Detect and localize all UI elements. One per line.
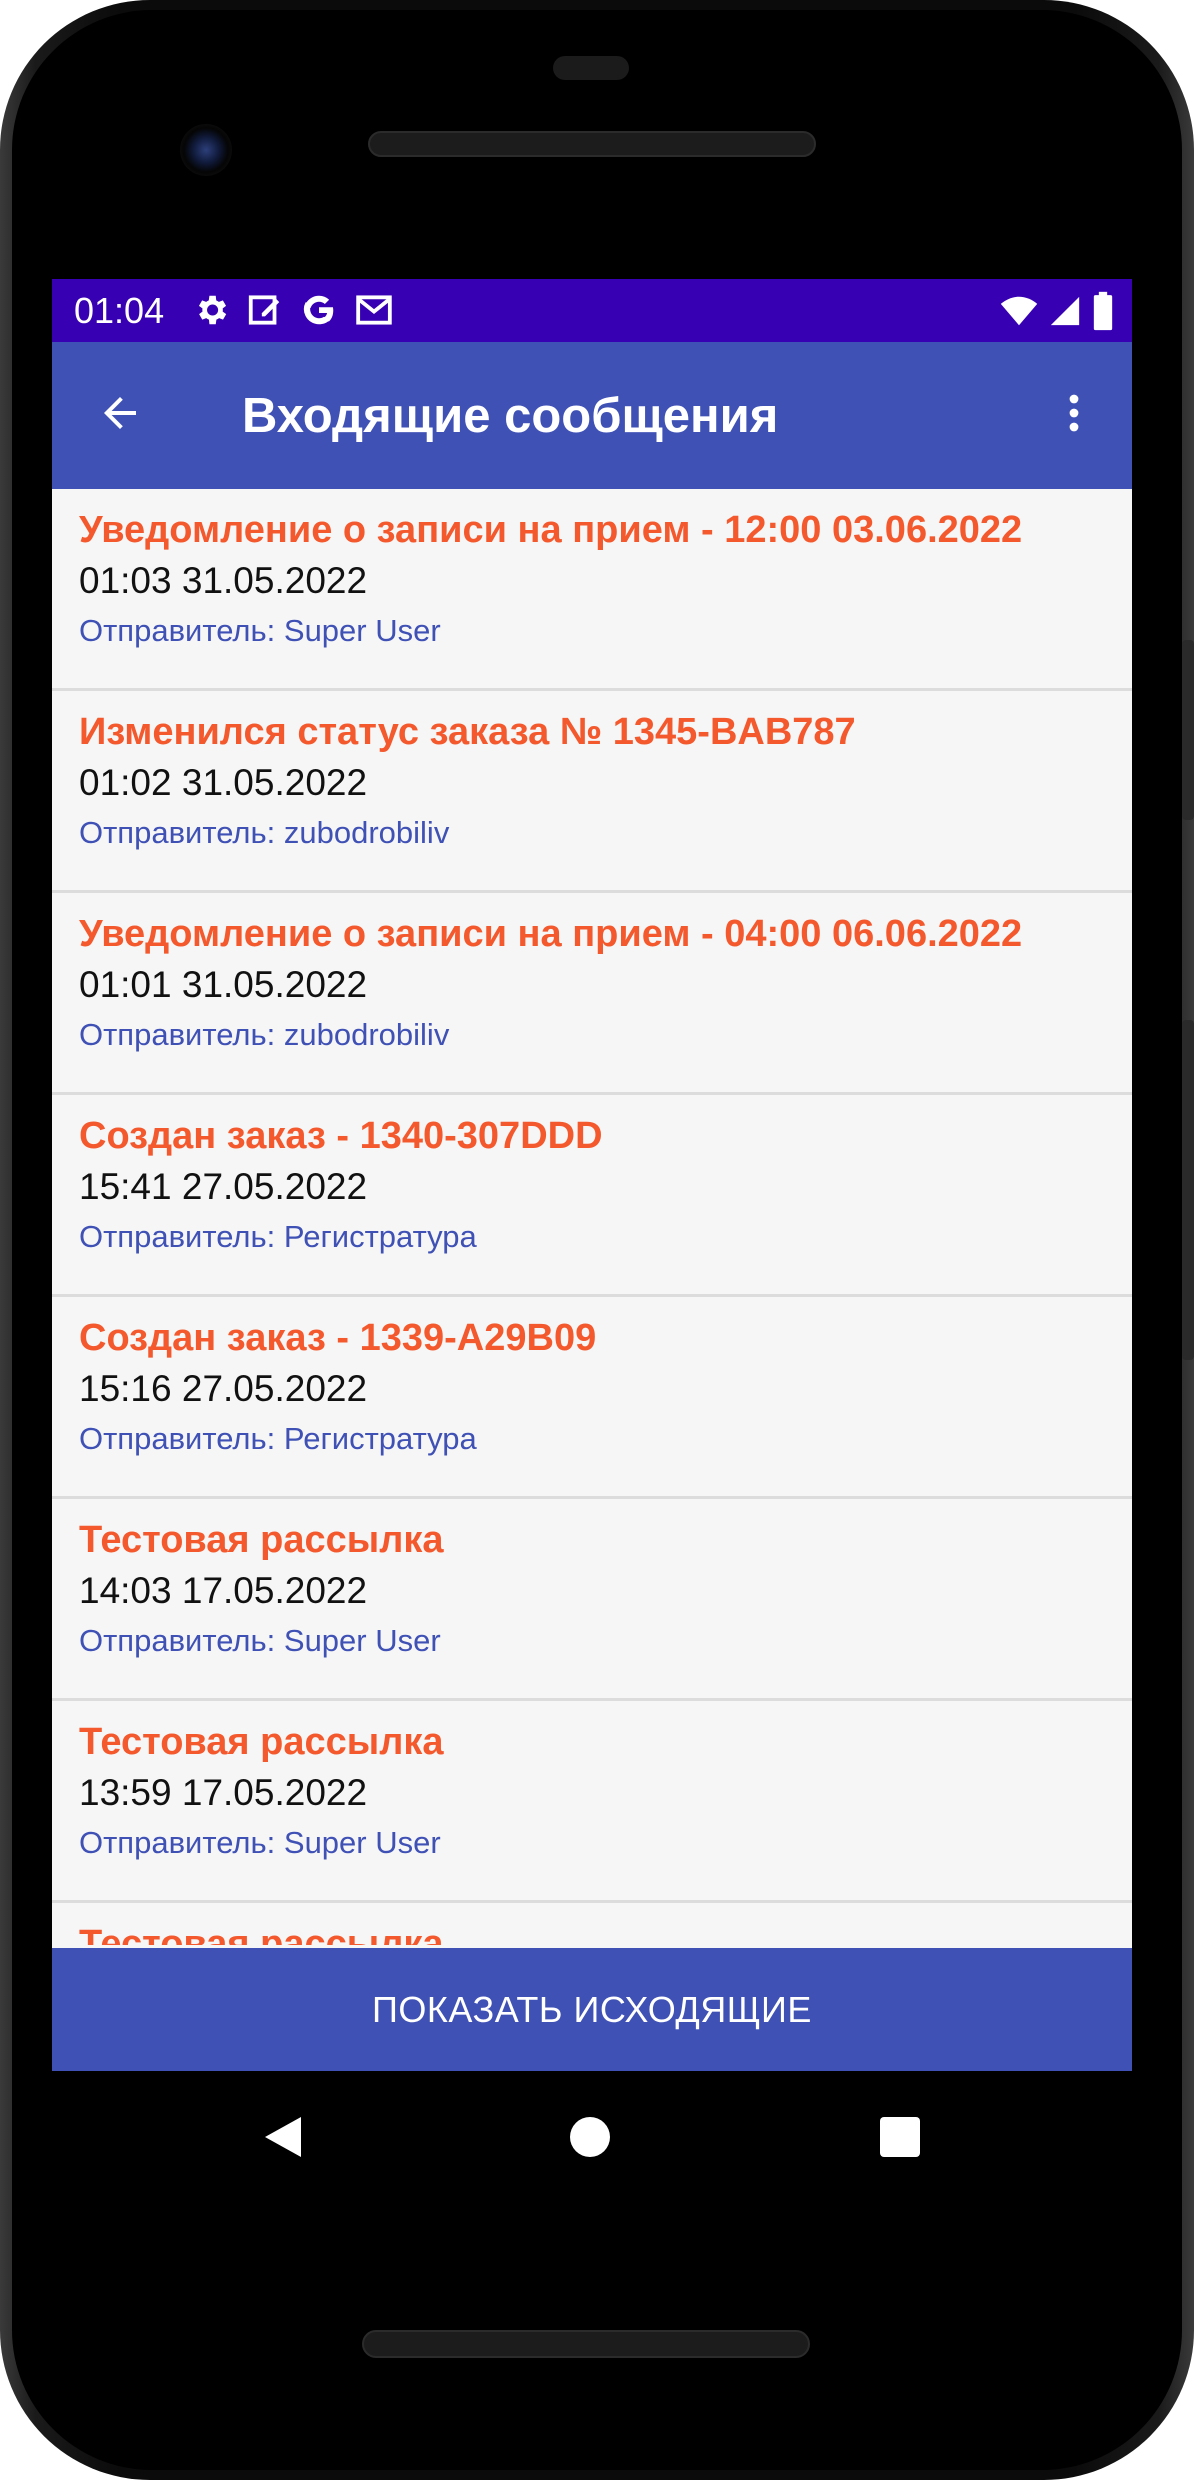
screen: 01:04 Входящие сообщения Уведомление о з… [52,279,1132,2071]
bottom-speaker [362,2330,810,2358]
nav-recents-button[interactable] [872,2111,928,2167]
message-title: Создан заказ - 1340-307DDD [79,1115,603,1157]
message-item[interactable]: Уведомление о записи на прием - 04:00 06… [52,893,1132,1095]
message-sender: Отправитель: Регистратура [79,1219,477,1254]
power-button [1182,640,1194,820]
message-date: 13:59 17.05.2022 [79,1772,368,1813]
message-item[interactable]: Тестовая рассылка 14:03 17.05.2022 Отпра… [52,1499,1132,1701]
message-date: 01:01 31.05.2022 [79,964,368,1005]
message-title: Тестовая рассылка [79,1923,444,1945]
nav-back-button[interactable] [255,2111,311,2167]
message-list[interactable]: Уведомление о записи на прием - 12:00 03… [52,489,1132,1945]
message-date: 01:03 31.05.2022 [79,560,368,601]
gmail-icon [354,291,394,329]
nav-recents-icon [880,2116,920,2162]
status-notification-icons [192,291,394,329]
message-sender: Отправитель: Super User [79,1825,441,1860]
message-title: Изменился статус заказа № 1345-BAB787 [79,711,856,753]
google-icon [300,291,338,329]
overflow-menu-button[interactable] [1046,387,1102,443]
message-item[interactable]: Тестовая рассылка 13:59 17.05.2022 Отпра… [52,1701,1132,1903]
nav-back-icon [263,2115,303,2164]
message-item[interactable]: Изменился статус заказа № 1345-BAB787 01… [52,691,1132,893]
status-bar: 01:04 [52,279,1132,342]
signal-icon [1048,292,1082,330]
system-nav-bar [52,2071,1132,2203]
nav-home-button[interactable] [562,2111,618,2167]
gear-icon [192,291,230,329]
nav-home-icon [570,2116,610,2162]
volume-button [1182,1020,1194,1360]
arrow-left-icon [96,389,144,442]
message-title: Тестовая рассылка [79,1519,444,1561]
message-title: Уведомление о записи на прием - 04:00 06… [79,913,1023,955]
back-button[interactable] [92,387,148,443]
page-title: Входящие сообщения [242,389,779,443]
edit-note-icon [246,291,284,329]
wifi-icon [1000,292,1038,330]
message-sender: Отправитель: Super User [79,613,441,648]
battery-icon [1092,291,1114,331]
app-bar: Входящие сообщения [52,342,1132,489]
status-system-icons [1000,291,1114,331]
message-title: Создан заказ - 1339-A29B09 [79,1317,597,1359]
message-date: 14:03 17.05.2022 [79,1570,368,1611]
message-date: 15:41 27.05.2022 [79,1166,368,1207]
message-title: Тестовая рассылка [79,1721,444,1763]
more-vert-icon [1050,389,1098,442]
message-item[interactable]: Тестовая рассылка [52,1903,1132,1945]
message-item[interactable]: Уведомление о записи на прием - 12:00 03… [52,489,1132,691]
message-sender: Отправитель: zubodrobiliv [79,815,450,850]
status-time: 01:04 [74,290,165,331]
message-sender: Отправитель: zubodrobiliv [79,1017,450,1052]
message-sender: Отправитель: Регистратура [79,1421,477,1456]
message-date: 15:16 27.05.2022 [79,1368,368,1409]
front-camera [180,124,232,176]
message-sender: Отправитель: Super User [79,1623,441,1658]
top-sensor [553,56,629,80]
message-date: 01:02 31.05.2022 [79,762,368,803]
show-outgoing-button[interactable]: ПОКАЗАТЬ ИСХОДЯЩИЕ [52,1948,1132,2071]
message-item[interactable]: Создан заказ - 1339-A29B09 15:16 27.05.2… [52,1297,1132,1499]
message-title: Уведомление о записи на прием - 12:00 03… [79,509,1023,551]
message-item[interactable]: Создан заказ - 1340-307DDD 15:41 27.05.2… [52,1095,1132,1297]
earpiece-speaker [368,131,816,157]
